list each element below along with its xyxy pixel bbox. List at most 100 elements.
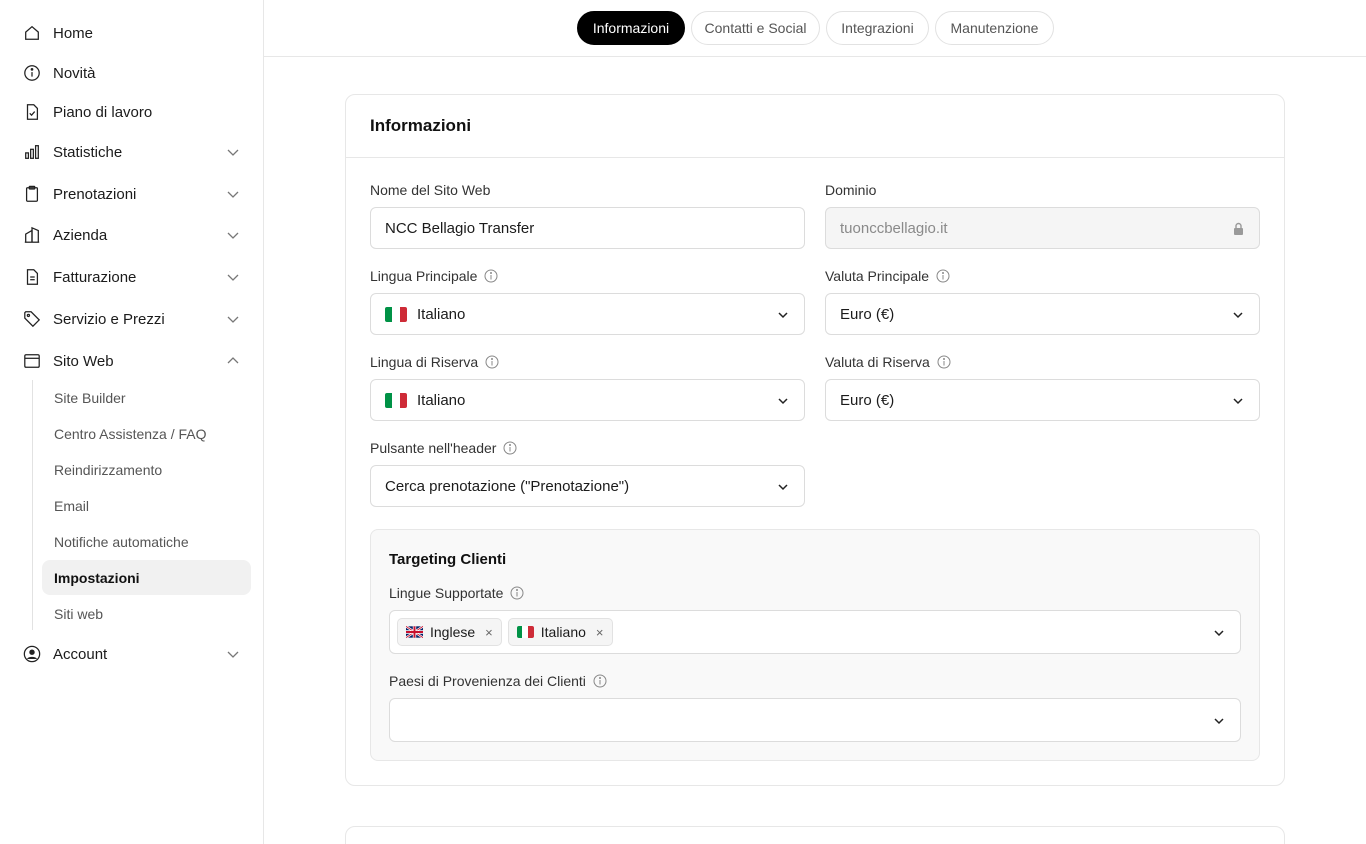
chevron-down-icon xyxy=(227,274,239,281)
language-chip-inglese: Inglese × xyxy=(397,618,502,646)
sidebar-item-servizio-e-prezzi[interactable]: Servizio e Prezzi xyxy=(22,304,242,334)
fallback-language-label: Lingua di Riserva xyxy=(370,354,499,370)
tab-contatti-e-social[interactable]: Contatti e Social xyxy=(691,11,820,45)
fallback-language-label-text: Lingua di Riserva xyxy=(370,354,479,370)
primary-language-label-text: Lingua Principale xyxy=(370,268,478,284)
chevron-down-icon xyxy=(1214,630,1224,637)
sidebar-item-label: Fatturazione xyxy=(53,268,137,286)
info-icon[interactable] xyxy=(936,269,950,283)
sidebar-item-label: Piano di lavoro xyxy=(53,103,153,121)
domain-label-text: Dominio xyxy=(825,182,877,198)
tab-bar: Informazioni Contatti e Social Integrazi… xyxy=(264,0,1366,57)
tab-informazioni[interactable]: Informazioni xyxy=(577,11,685,45)
sidebar-item-prenotazioni[interactable]: Prenotazioni xyxy=(22,179,242,209)
sidebar-subitem-siti-web[interactable]: Siti web xyxy=(42,596,251,631)
customer-countries-multiselect[interactable] xyxy=(389,698,1241,742)
domain-input: tuonccbellagio.it xyxy=(825,207,1260,249)
sidebar-subitem-centro-assistenza[interactable]: Centro Assistenza / FAQ xyxy=(42,416,251,451)
domain-value: tuonccbellagio.it xyxy=(840,219,948,237)
info-icon[interactable] xyxy=(937,355,951,369)
chevron-down-icon xyxy=(778,398,788,405)
sidebar-item-label: Prenotazioni xyxy=(53,185,137,203)
user-circle-icon xyxy=(22,644,42,664)
info-icon[interactable] xyxy=(484,269,498,283)
site-name-label-text: Nome del Sito Web xyxy=(370,182,491,198)
card-title: Informazioni xyxy=(370,116,472,135)
info-icon[interactable] xyxy=(503,441,517,455)
sidebar-subitem-notifiche-automatiche[interactable]: Notifiche automatiche xyxy=(42,524,251,559)
lock-icon xyxy=(1234,222,1243,235)
italy-flag-icon xyxy=(385,392,407,408)
primary-currency-label: Valuta Principale xyxy=(825,268,950,284)
language-chip-italiano: Italiano × xyxy=(507,618,613,646)
fallback-currency-select[interactable]: Euro (€) xyxy=(825,379,1260,421)
targeting-title: Targeting Clienti xyxy=(389,551,507,568)
sidebar-item-statistiche[interactable]: Statistiche xyxy=(22,137,242,167)
sidebar-item-label: Servizio e Prezzi xyxy=(53,310,165,328)
invoice-icon xyxy=(22,267,42,287)
fallback-currency-value: Euro (€) xyxy=(840,391,895,409)
next-card xyxy=(345,826,1285,844)
clipboard-icon xyxy=(22,184,42,204)
fallback-language-value: Italiano xyxy=(417,391,466,409)
info-icon[interactable] xyxy=(593,674,607,688)
chevron-down-icon xyxy=(1233,312,1243,319)
card-header: Informazioni xyxy=(346,95,1284,158)
primary-currency-label-text: Valuta Principale xyxy=(825,268,930,284)
customer-countries-label: Paesi di Provenienza dei Clienti xyxy=(389,673,607,689)
header-button-label-text: Pulsante nell'header xyxy=(370,440,497,456)
sidebar-item-account[interactable]: Account xyxy=(22,639,242,669)
sidebar-item-piano-di-lavoro[interactable]: Piano di lavoro xyxy=(22,97,242,127)
chevron-down-icon xyxy=(227,651,239,658)
chevron-down-icon xyxy=(778,312,788,319)
tab-integrazioni[interactable]: Integrazioni xyxy=(826,11,929,45)
site-name-input[interactable]: NCC Bellagio Transfer xyxy=(370,207,805,249)
chevron-down-icon xyxy=(1214,718,1224,725)
sidebar-item-home[interactable]: Home xyxy=(22,18,242,48)
remove-chip-icon[interactable]: × xyxy=(485,625,493,640)
bar-chart-icon xyxy=(22,142,42,162)
remove-chip-icon[interactable]: × xyxy=(596,625,604,640)
info-icon[interactable] xyxy=(510,586,524,600)
header-button-value: Cerca prenotazione ("Prenotazione") xyxy=(385,477,630,495)
submenu-divider xyxy=(32,380,33,630)
customer-countries-label-text: Paesi di Provenienza dei Clienti xyxy=(389,673,586,689)
chevron-down-icon xyxy=(778,484,788,491)
fallback-currency-label: Valuta di Riserva xyxy=(825,354,951,370)
sidebar-item-label: Home xyxy=(53,24,94,42)
primary-currency-value: Euro (€) xyxy=(840,305,895,323)
sidebar-subitem-impostazioni[interactable]: Impostazioni xyxy=(42,560,251,595)
info-icon[interactable] xyxy=(485,355,499,369)
tab-manutenzione[interactable]: Manutenzione xyxy=(935,11,1054,45)
supported-languages-multiselect[interactable]: Inglese × Italiano × xyxy=(389,610,1241,654)
language-chip-label: Inglese xyxy=(430,624,476,640)
sidebar-item-label: Statistiche xyxy=(53,143,123,161)
fallback-language-select[interactable]: Italiano xyxy=(370,379,805,421)
italy-flag-icon xyxy=(516,626,534,638)
italy-flag-icon xyxy=(385,306,407,322)
sidebar-item-sito-web[interactable]: Sito Web xyxy=(22,346,242,376)
sidebar-item-label: Azienda xyxy=(53,226,108,244)
domain-label: Dominio xyxy=(825,182,876,198)
chevron-down-icon xyxy=(227,149,239,156)
tag-icon xyxy=(22,309,42,329)
sidebar-item-label: Sito Web xyxy=(53,352,114,370)
sidebar-item-fatturazione[interactable]: Fatturazione xyxy=(22,262,242,292)
home-icon xyxy=(22,23,42,43)
site-name-value: NCC Bellagio Transfer xyxy=(385,219,535,237)
sidebar-subitem-site-builder[interactable]: Site Builder xyxy=(42,380,251,415)
sidebar-item-azienda[interactable]: Azienda xyxy=(22,220,242,250)
sidebar-item-novita[interactable]: Novità xyxy=(22,58,242,88)
building-icon xyxy=(22,225,42,245)
primary-currency-select[interactable]: Euro (€) xyxy=(825,293,1260,335)
sidebar-subitem-email[interactable]: Email xyxy=(42,488,251,523)
fallback-currency-label-text: Valuta di Riserva xyxy=(825,354,930,370)
primary-language-value: Italiano xyxy=(417,305,466,323)
sidebar-subitem-reindirizzamento[interactable]: Reindirizzamento xyxy=(42,452,251,487)
supported-languages-label-text: Lingue Supportate xyxy=(389,585,504,601)
primary-language-select[interactable]: Italiano xyxy=(370,293,805,335)
header-button-select[interactable]: Cerca prenotazione ("Prenotazione") xyxy=(370,465,805,507)
header-button-label: Pulsante nell'header xyxy=(370,440,517,456)
chevron-down-icon xyxy=(227,191,239,198)
site-name-label: Nome del Sito Web xyxy=(370,182,490,198)
